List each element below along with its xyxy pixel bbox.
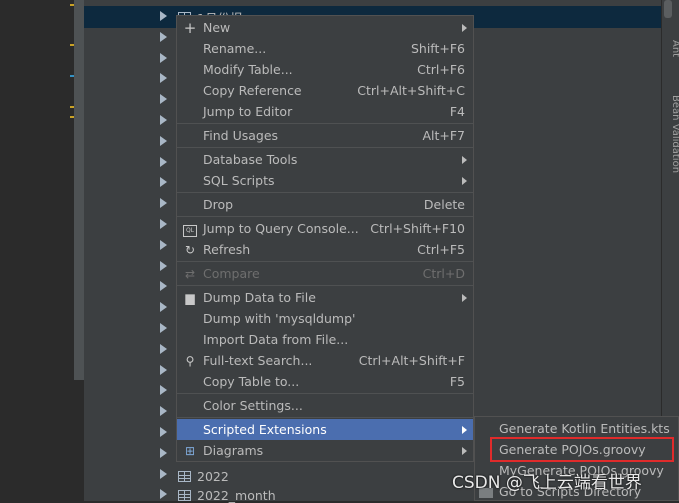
menu-item-diagrams[interactable]: ⊞ Diagrams	[177, 440, 473, 461]
menu-item-full-text-search[interactable]: ⚲ Full-text Search... Ctrl+Alt+Shift+F	[177, 350, 473, 371]
submenu-item-generate-kotlin[interactable]: Generate Kotlin Entities.kts	[475, 418, 678, 439]
submenu-arrow-icon	[462, 293, 467, 302]
menu-item-refresh[interactable]: ↻ Refresh Ctrl+F5	[177, 239, 473, 260]
menu-separator	[177, 216, 473, 217]
tree-expand-arrow-icon[interactable]	[160, 177, 167, 188]
tree-expand-arrow-icon[interactable]	[160, 281, 167, 292]
refresh-icon: ↻	[184, 242, 196, 257]
diagram-icon: ⊞	[184, 443, 196, 458]
submenu-arrow-icon	[462, 446, 467, 455]
tree-expand-arrow-icon[interactable]	[160, 11, 167, 21]
menu-separator	[177, 261, 473, 262]
menu-item-database-tools[interactable]: Database Tools	[177, 149, 473, 170]
submenu-arrow-icon	[462, 425, 467, 434]
submenu-arrow-icon	[462, 23, 467, 32]
scrollbar-thumb[interactable]	[664, 0, 672, 18]
watermark: CSDN @飞上云端看世界	[452, 473, 642, 493]
tree-expand-arrow-icon[interactable]	[160, 115, 167, 125]
tree-expand-arrow-icon[interactable]	[160, 31, 167, 42]
menu-item-copy-table-to[interactable]: Copy Table to... F5	[177, 371, 473, 392]
menu-item-copy-reference[interactable]: Copy Reference Ctrl+Alt+Shift+C	[177, 80, 473, 101]
plus-icon: +	[183, 18, 197, 37]
menu-item-dump-with-mysqldump[interactable]: Dump with 'mysqldump'	[177, 308, 473, 329]
menu-item-modify-table[interactable]: Modify Table... Ctrl+F6	[177, 59, 473, 80]
tree-expand-arrow-icon[interactable]	[160, 406, 167, 417]
menu-item-drop[interactable]: Drop Delete	[177, 194, 473, 215]
menu-item-find-usages[interactable]: Find Usages Alt+F7	[177, 125, 473, 146]
menu-item-scripted-extensions[interactable]: Scripted Extensions	[177, 419, 473, 440]
panel-splitter[interactable]	[74, 0, 84, 380]
menu-separator	[177, 285, 473, 286]
tree-expand-arrow-icon[interactable]	[160, 52, 167, 63]
menu-item-sql-scripts[interactable]: SQL Scripts	[177, 170, 473, 191]
tree-expand-arrow-icon[interactable]	[160, 219, 167, 229]
tree-expand-arrow-icon[interactable]	[160, 135, 167, 146]
search-icon: ⚲	[185, 353, 195, 368]
editor-gutter	[0, 0, 74, 501]
tree-item-label: 2022	[197, 469, 229, 484]
menu-separator	[177, 123, 473, 124]
submenu-arrow-icon	[462, 155, 467, 164]
tree-item[interactable]: 2022	[178, 469, 229, 484]
tree-expand-arrow-icon[interactable]	[160, 302, 167, 313]
menu-separator	[177, 393, 473, 394]
side-tab-bean-validation[interactable]: Bean Validation	[670, 95, 679, 173]
tree-expand-arrow-icon[interactable]	[160, 323, 167, 333]
tree-expand-arrow-icon[interactable]	[160, 427, 167, 437]
menu-separator	[177, 147, 473, 148]
menu-item-jump-to-editor[interactable]: Jump to Editor F4	[177, 101, 473, 122]
tree-expand-arrow-icon[interactable]	[160, 468, 167, 479]
tree-expand-arrow-icon[interactable]	[160, 73, 167, 84]
table-icon	[178, 471, 191, 482]
tree-expand-arrow-icon[interactable]	[160, 239, 167, 250]
tree-expand-arrow-icon[interactable]	[160, 343, 167, 354]
tree-expand-arrow-icon[interactable]	[160, 94, 167, 105]
menu-item-jump-to-query-console[interactable]: QL Jump to Query Console... Ctrl+Shift+F…	[177, 218, 473, 239]
menu-item-compare[interactable]: ⇄ Compare Ctrl+D	[177, 263, 473, 284]
save-icon: ▆	[185, 290, 195, 305]
submenu-arrow-icon	[462, 176, 467, 185]
menu-item-color-settings[interactable]: Color Settings...	[177, 395, 473, 416]
menu-separator	[177, 192, 473, 193]
highlight-box	[490, 437, 674, 462]
tree-expand-arrow-icon[interactable]	[160, 489, 167, 500]
tree-expand-arrow-icon[interactable]	[160, 260, 167, 271]
menu-item-dump-data-to-file[interactable]: ▆ Dump Data to File	[177, 287, 473, 308]
tree-expand-arrow-icon[interactable]	[160, 198, 167, 209]
menu-item-new[interactable]: + New	[177, 17, 473, 38]
menu-item-rename[interactable]: Rename... Shift+F6	[177, 38, 473, 59]
tree-expand-arrow-icon[interactable]	[160, 156, 167, 167]
context-menu: + New Rename... Shift+F6 Modify Table...…	[176, 15, 474, 462]
tree-expand-arrow-icon[interactable]	[160, 447, 167, 458]
tree-expand-arrow-icon[interactable]	[160, 385, 167, 396]
console-icon: QL	[183, 221, 197, 237]
tree-expand-arrow-icon[interactable]	[160, 364, 167, 375]
menu-separator	[177, 417, 473, 418]
side-tab-ant[interactable]: Ant	[670, 40, 679, 57]
compare-icon: ⇄	[184, 266, 196, 281]
table-icon	[178, 490, 191, 501]
menu-item-import-data[interactable]: Import Data from File...	[177, 329, 473, 350]
